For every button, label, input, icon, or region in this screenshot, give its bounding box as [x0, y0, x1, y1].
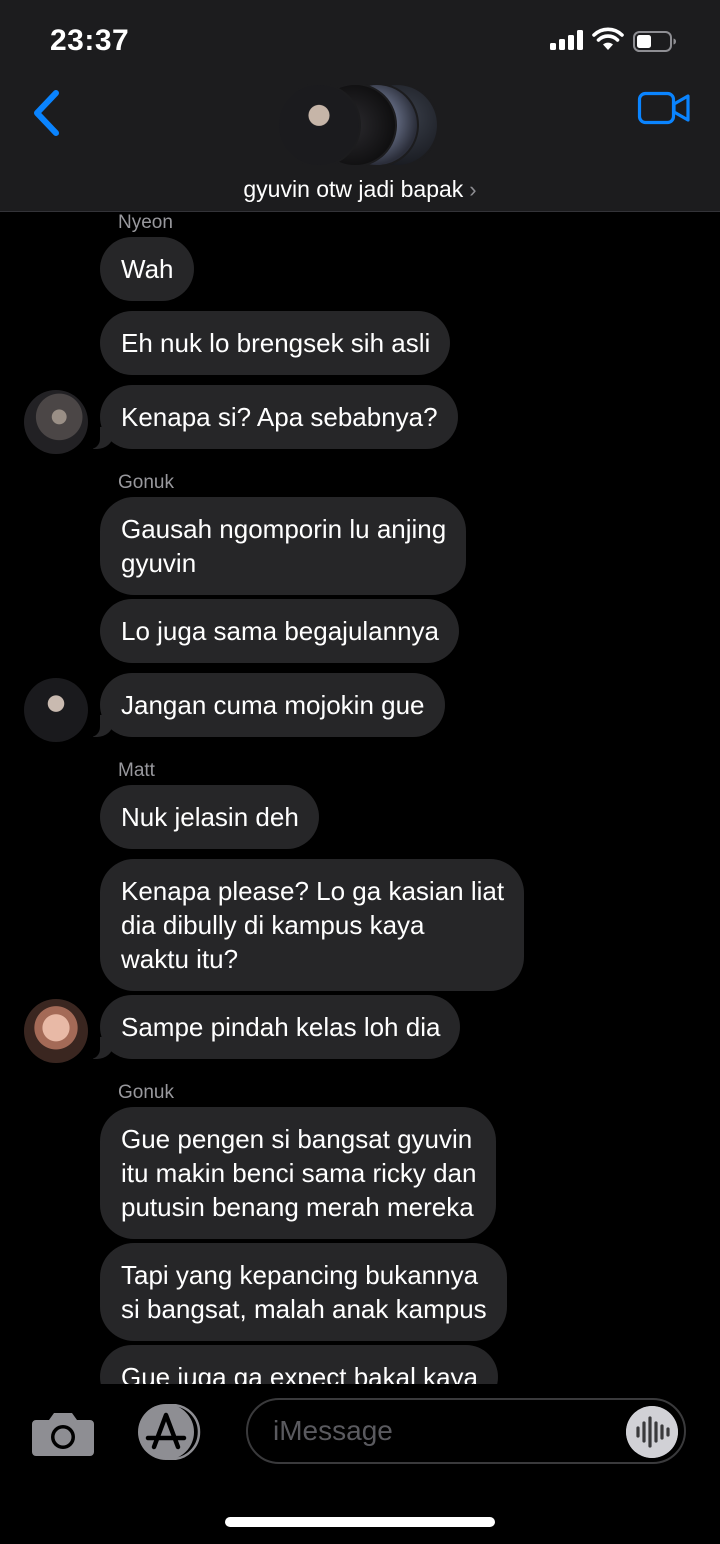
app-store-button[interactable] — [134, 1404, 208, 1460]
message-bubble[interactable]: Lo juga sama begajulannya — [100, 599, 460, 663]
message-bubble[interactable]: Tapi yang kepancing bukannya si bangsat,… — [100, 1243, 507, 1341]
home-indicator — [225, 1517, 495, 1527]
sender-name: Matt — [118, 760, 155, 781]
message-bubble[interactable]: Eh nuk lo brengsek sih asli — [100, 311, 451, 375]
wifi-icon — [592, 27, 624, 50]
message-bubble[interactable]: Kenapa si? Apa sebabnya? — [89, 385, 458, 449]
message-bubble[interactable]: Kenapa please? Lo ga kasian liat dia dib… — [100, 859, 525, 991]
sender-name: Gonuk — [118, 472, 174, 493]
sender-name: Nyeon — [118, 212, 173, 233]
sender-avatar[interactable] — [24, 390, 88, 454]
battery-icon — [633, 31, 676, 52]
message-bubble[interactable]: Gausah ngomporin lu anjing gyuvin — [100, 497, 467, 595]
audio-message-button[interactable] — [626, 1406, 678, 1458]
group-name-label: gyuvin otw jadi bapak — [243, 176, 464, 202]
conversation-header: 23:37 gyuvin otw jadi bapak › — [0, 0, 720, 212]
video-call-button[interactable] — [637, 90, 691, 126]
message-bubble[interactable]: Nuk jelasin deh — [100, 785, 319, 849]
chevron-right-icon: › — [469, 177, 477, 202]
group-avatars[interactable] — [277, 83, 447, 167]
input-placeholder: iMessage — [273, 1415, 393, 1446]
message-bubble[interactable]: Gue pengen si bangsat gyuvin itu makin b… — [100, 1107, 497, 1239]
message-bubble[interactable]: Jangan cuma mojokin gue — [89, 673, 445, 737]
group-name[interactable]: gyuvin otw jadi bapak › — [0, 176, 720, 203]
sender-avatar[interactable] — [24, 999, 88, 1063]
sender-name: Gonuk — [118, 1082, 174, 1103]
cellular-signal-icon — [550, 30, 586, 50]
imessage-input[interactable]: iMessage — [246, 1398, 686, 1464]
group-avatar-1 — [277, 83, 361, 167]
status-time: 23:37 — [50, 24, 130, 57]
camera-button[interactable] — [32, 1410, 94, 1456]
message-bubble[interactable]: Wah — [100, 237, 194, 301]
back-button[interactable] — [28, 88, 68, 138]
sender-avatar[interactable] — [24, 678, 88, 742]
message-bubble[interactable]: Sampe pindah kelas loh dia — [88, 995, 461, 1059]
